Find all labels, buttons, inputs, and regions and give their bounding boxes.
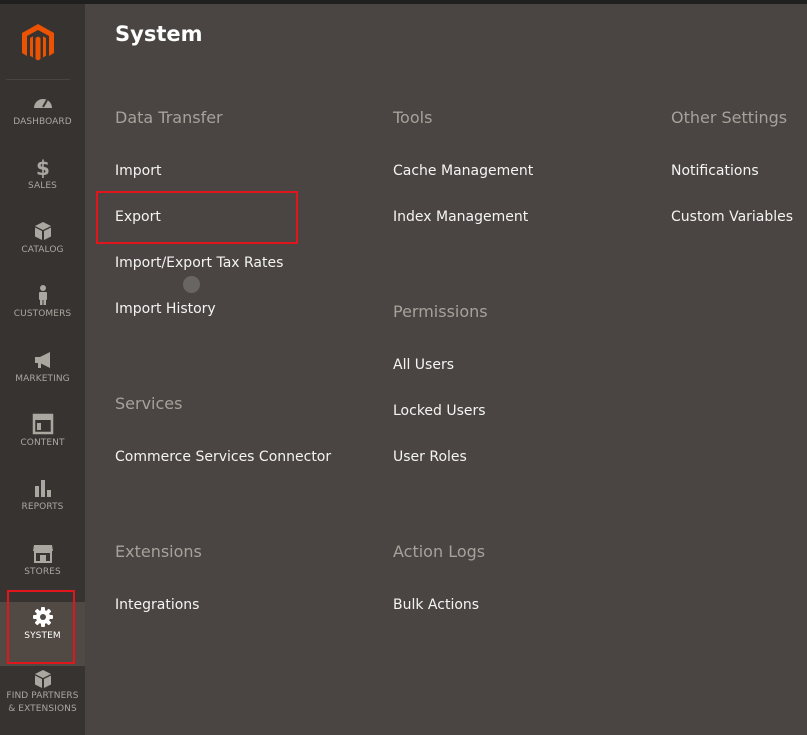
sidebar-item-customers[interactable]: CUSTOMERS xyxy=(0,284,85,348)
sidebar-item-label-line2: & EXTENSIONS xyxy=(8,704,77,714)
sidebar-item-dashboard[interactable]: DASHBOARD xyxy=(0,92,85,156)
menu-link-custom-variables[interactable]: Custom Variables xyxy=(671,209,793,225)
menu-link-integrations[interactable]: Integrations xyxy=(115,597,199,613)
sidebar-item-label: CONTENT xyxy=(20,438,65,448)
sidebar-item-sales[interactable]: $ SALES xyxy=(0,156,85,220)
section-title-other-settings: Other Settings xyxy=(671,108,788,127)
megaphone-icon xyxy=(34,352,50,368)
sidebar-item-content[interactable]: CONTENT xyxy=(0,413,85,477)
sidebar-item-find-partners[interactable]: FIND PARTNERS & EXTENSIONS xyxy=(0,668,85,732)
section-title-permissions: Permissions xyxy=(393,302,488,321)
mouse-cursor xyxy=(183,276,200,293)
sidebar-item-reports[interactable]: REPORTS xyxy=(0,477,85,541)
sidebar-item-label: STORES xyxy=(24,567,61,577)
section-title-action-logs: Action Logs xyxy=(393,542,486,561)
menu-link-import-history[interactable]: Import History xyxy=(115,301,216,317)
dashboard-icon xyxy=(33,99,52,108)
storefront-icon xyxy=(32,545,53,563)
sidebar-item-label: FIND PARTNERS xyxy=(6,691,79,701)
export-highlight-box xyxy=(96,191,298,244)
menu-link-bulk-actions[interactable]: Bulk Actions xyxy=(393,597,479,613)
bar-chart-icon xyxy=(34,480,51,497)
menu-link-all-users[interactable]: All Users xyxy=(393,357,454,373)
dollar-icon: $ xyxy=(36,156,50,178)
menu-link-locked-users[interactable]: Locked Users xyxy=(393,403,486,419)
menu-link-notifications[interactable]: Notifications xyxy=(671,163,759,179)
magento-logo-icon[interactable] xyxy=(18,22,58,62)
menu-link-import-export-tax-rates[interactable]: Import/Export Tax Rates xyxy=(115,255,283,271)
menu-link-user-roles[interactable]: User Roles xyxy=(393,449,467,465)
menu-link-commerce-services-connector[interactable]: Commerce Services Connector xyxy=(115,449,331,465)
admin-sidebar: DASHBOARD $ SALES CATALOG CUSTOMERS MARK… xyxy=(0,4,85,735)
box-icon xyxy=(34,222,51,240)
page-title: System xyxy=(115,22,203,46)
system-menu-panel: System Data Transfer Import Export Impor… xyxy=(85,4,807,735)
layout-icon xyxy=(32,413,53,435)
system-highlight-box xyxy=(7,590,75,664)
logo-separator xyxy=(6,79,70,80)
person-icon xyxy=(38,285,47,305)
sidebar-item-label: SALES xyxy=(28,181,57,191)
sidebar-item-label: DASHBOARD xyxy=(13,117,72,127)
sidebar-item-marketing[interactable]: MARKETING xyxy=(0,349,85,413)
sidebar-item-label: REPORTS xyxy=(21,502,64,512)
sidebar-item-label: CUSTOMERS xyxy=(13,309,72,319)
svg-text:$: $ xyxy=(36,156,50,178)
sidebar-item-catalog[interactable]: CATALOG xyxy=(0,220,85,284)
package-icon xyxy=(34,670,51,688)
menu-link-cache-management[interactable]: Cache Management xyxy=(393,163,533,179)
section-title-tools: Tools xyxy=(393,108,433,127)
sidebar-item-label: MARKETING xyxy=(15,374,70,384)
menu-link-import[interactable]: Import xyxy=(115,163,161,179)
section-title-services: Services xyxy=(115,394,183,413)
section-title-data-transfer: Data Transfer xyxy=(115,108,223,127)
menu-link-index-management[interactable]: Index Management xyxy=(393,209,528,225)
sidebar-item-label: CATALOG xyxy=(21,245,64,255)
section-title-extensions: Extensions xyxy=(115,542,202,561)
